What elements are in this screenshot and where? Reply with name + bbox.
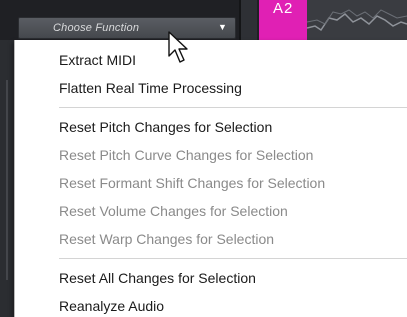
menu-separator bbox=[59, 258, 407, 259]
menu-item-reset-pitch-curve-changes[interactable]: Reset Pitch Curve Changes for Selection bbox=[59, 145, 313, 165]
track-area bbox=[241, 0, 257, 40]
toolbar: Choose Function ▼ A2 bbox=[0, 0, 407, 40]
menu-item-reset-pitch-changes[interactable]: Reset Pitch Changes for Selection bbox=[59, 117, 272, 137]
chevron-down-icon: ▼ bbox=[218, 22, 227, 32]
menu-item-reset-all-changes[interactable]: Reset All Changes for Selection bbox=[59, 268, 256, 288]
clip-label: A2 bbox=[273, 0, 294, 17]
side-panel bbox=[0, 40, 14, 317]
menu-item-reset-volume-changes[interactable]: Reset Volume Changes for Selection bbox=[59, 201, 288, 221]
mouse-pointer-icon bbox=[168, 31, 188, 63]
menu-separator bbox=[59, 107, 407, 108]
audio-clip[interactable]: A2 bbox=[259, 0, 307, 40]
menu-item-extract-midi[interactable]: Extract MIDI bbox=[59, 50, 136, 70]
panel-divider bbox=[6, 80, 8, 280]
choose-function-label: Choose Function bbox=[53, 22, 140, 34]
menu-item-reset-warp-changes[interactable]: Reset Warp Changes for Selection bbox=[59, 229, 274, 249]
choose-function-dropdown[interactable]: Choose Function ▼ bbox=[18, 17, 236, 39]
waveform-graphic bbox=[306, 9, 407, 32]
menu-item-reanalyze-audio[interactable]: Reanalyze Audio bbox=[59, 296, 164, 316]
menu-item-reset-formant-shift-changes[interactable]: Reset Formant Shift Changes for Selectio… bbox=[59, 173, 325, 193]
menu-item-flatten-real-time-processing[interactable]: Flatten Real Time Processing bbox=[59, 78, 242, 98]
waveform-display[interactable] bbox=[306, 0, 407, 40]
context-menu: Extract MIDI Flatten Real Time Processin… bbox=[14, 40, 407, 317]
